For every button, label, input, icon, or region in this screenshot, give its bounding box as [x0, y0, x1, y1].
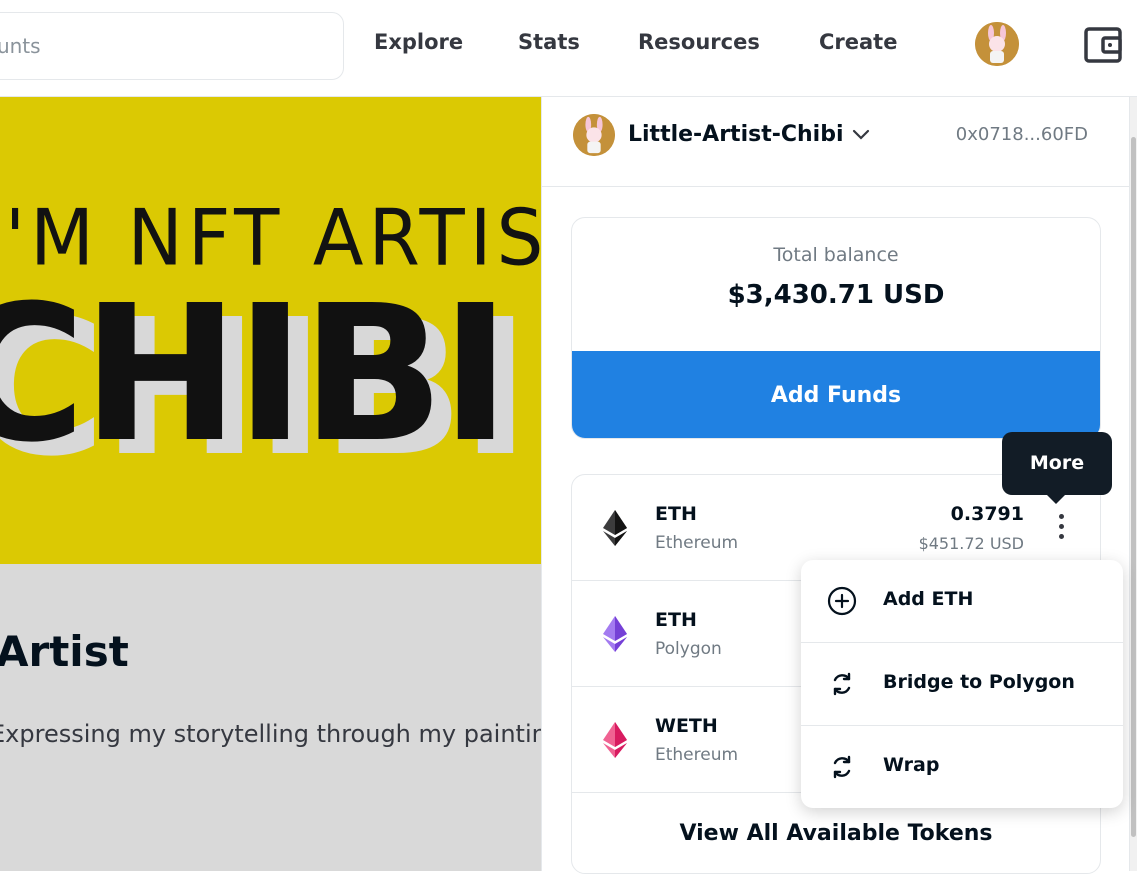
menu-item-add-eth[interactable]: Add ETH — [801, 560, 1123, 643]
token-usd-value: $451.72 USD — [918, 534, 1024, 553]
nav-explore[interactable]: Explore — [374, 30, 463, 54]
profile-banner: I'M NFT ARTIST CHIBI CHIBI — [0, 97, 542, 564]
eth-icon — [600, 508, 630, 548]
refresh-icon — [826, 751, 858, 783]
nav-create[interactable]: Create — [819, 30, 897, 54]
weth-icon — [600, 720, 630, 760]
account-selector[interactable]: Little-Artist-Chibi 0x0718...60FD — [542, 97, 1129, 187]
profile-avatar[interactable] — [975, 22, 1019, 66]
more-options-icon[interactable] — [1056, 514, 1066, 544]
scrollbar-thumb[interactable] — [1131, 137, 1136, 837]
menu-item-label: Bridge to Polygon — [883, 671, 1075, 693]
more-tooltip: More — [1002, 432, 1112, 495]
refresh-icon — [826, 668, 858, 700]
menu-item-label: Wrap — [883, 754, 940, 776]
balance-value: $3,430.71 USD — [727, 280, 945, 310]
plus-circle-icon — [826, 585, 858, 617]
wallet-icon[interactable] — [1083, 25, 1123, 65]
profile-description: Expressing my storytelling through my pa… — [0, 720, 613, 748]
token-options-menu: Add ETH Bridge to Polygon Wrap — [801, 560, 1123, 808]
nav-stats[interactable]: Stats — [518, 30, 580, 54]
menu-item-bridge-to-polygon[interactable]: Bridge to Polygon — [801, 643, 1123, 726]
menu-item-label: Add ETH — [883, 588, 974, 610]
eth-polygon-icon — [600, 614, 630, 654]
panel-scrollbar[interactable] — [1130, 97, 1137, 871]
token-symbol: WETH — [655, 715, 718, 737]
profile-title: Artist — [0, 627, 129, 676]
token-chain: Ethereum — [655, 745, 739, 765]
top-navbar: Explore Stats Resources Create — [0, 0, 1137, 97]
token-symbol: ETH — [655, 503, 697, 525]
add-funds-button[interactable]: Add Funds — [572, 351, 1100, 438]
banner-text-line2: CHIBI — [0, 265, 511, 484]
menu-item-wrap[interactable]: Wrap — [801, 726, 1123, 808]
token-chain: Polygon — [655, 639, 722, 659]
profile-page: I'M NFT ARTIST CHIBI CHIBI Artist Expres… — [0, 97, 613, 871]
balance-card: Total balance $3,430.71 USD Add Funds — [571, 217, 1101, 439]
token-chain: Ethereum — [655, 533, 739, 553]
token-symbol: ETH — [655, 609, 697, 631]
account-name: Little-Artist-Chibi — [628, 122, 844, 147]
nav-resources[interactable]: Resources — [638, 30, 760, 54]
account-avatar — [573, 114, 615, 156]
balance-label: Total balance — [773, 244, 899, 266]
token-amount: 0.3791 — [950, 503, 1024, 525]
wallet-address[interactable]: 0x0718...60FD — [956, 124, 1088, 145]
chevron-down-icon[interactable] — [850, 123, 872, 145]
tooltip-arrow — [1046, 494, 1066, 504]
search-input[interactable] — [0, 13, 343, 79]
search-bar[interactable] — [0, 12, 344, 80]
